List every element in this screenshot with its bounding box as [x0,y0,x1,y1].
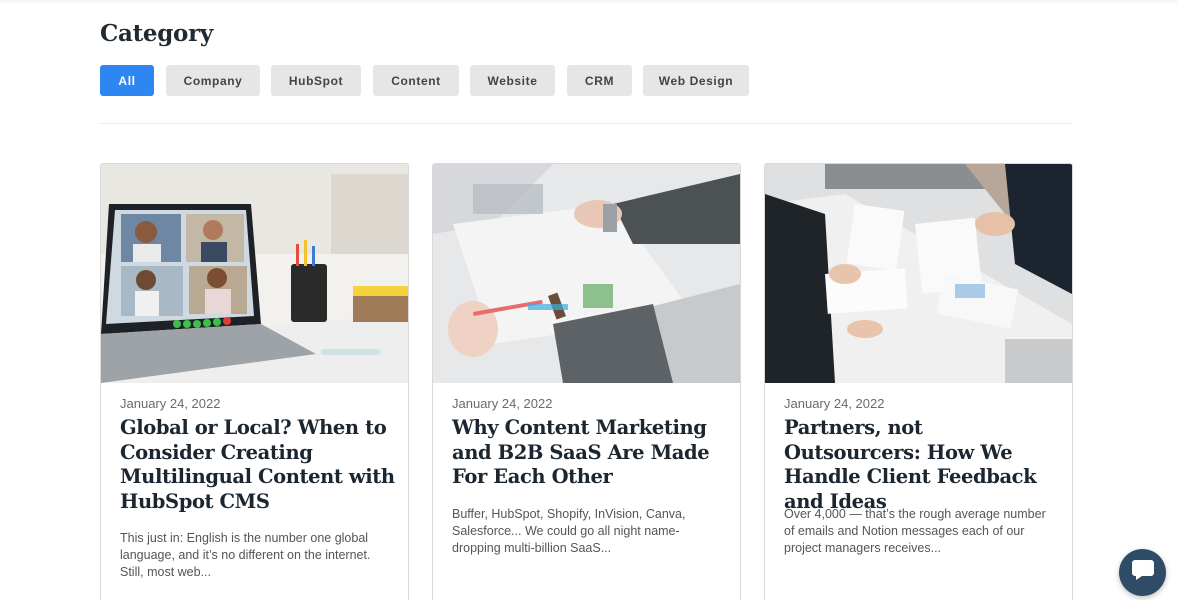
filter-crm[interactable]: CRM [567,65,632,96]
section-divider [100,123,1072,124]
chat-bubble-icon [1131,559,1155,586]
video-call-laptop-image[interactable] [101,164,408,383]
filter-content[interactable]: Content [373,65,459,96]
post-excerpt: This just in: English is the number one … [120,531,371,579]
filter-hubspot[interactable]: HubSpot [271,65,361,96]
category-heading: Category [100,20,213,47]
post-card[interactable]: January 24, 2022 Partners, not Outsource… [764,163,1073,600]
post-date: January 24, 2022 [120,396,221,411]
chat-widget-button[interactable] [1119,549,1166,596]
business-meeting-image[interactable] [765,164,1072,383]
post-excerpt: Over 4,000 — that’s the rough average nu… [784,507,1046,555]
post-excerpt: Buffer, HubSpot, Shopify, InVision, Canv… [452,507,686,555]
marketing-desk-image[interactable] [433,164,740,383]
post-card[interactable]: January 24, 2022 Why Content Marketing a… [432,163,741,600]
post-date: January 24, 2022 [784,396,885,411]
top-shadow [0,0,1177,4]
post-title[interactable]: Global or Local? When to Consider Creati… [120,416,395,514]
post-title[interactable]: Partners, not Outsourcers: How We Handle… [784,416,1059,514]
post-card[interactable]: January 24, 2022 Global or Local? When t… [100,163,409,600]
filter-company[interactable]: Company [166,65,260,96]
filter-all[interactable]: All [100,65,154,96]
post-title[interactable]: Why Content Marketing and B2B SaaS Are M… [452,416,727,490]
filter-web-design[interactable]: Web Design [643,65,749,96]
post-date: January 24, 2022 [452,396,553,411]
filter-website[interactable]: Website [470,65,555,96]
